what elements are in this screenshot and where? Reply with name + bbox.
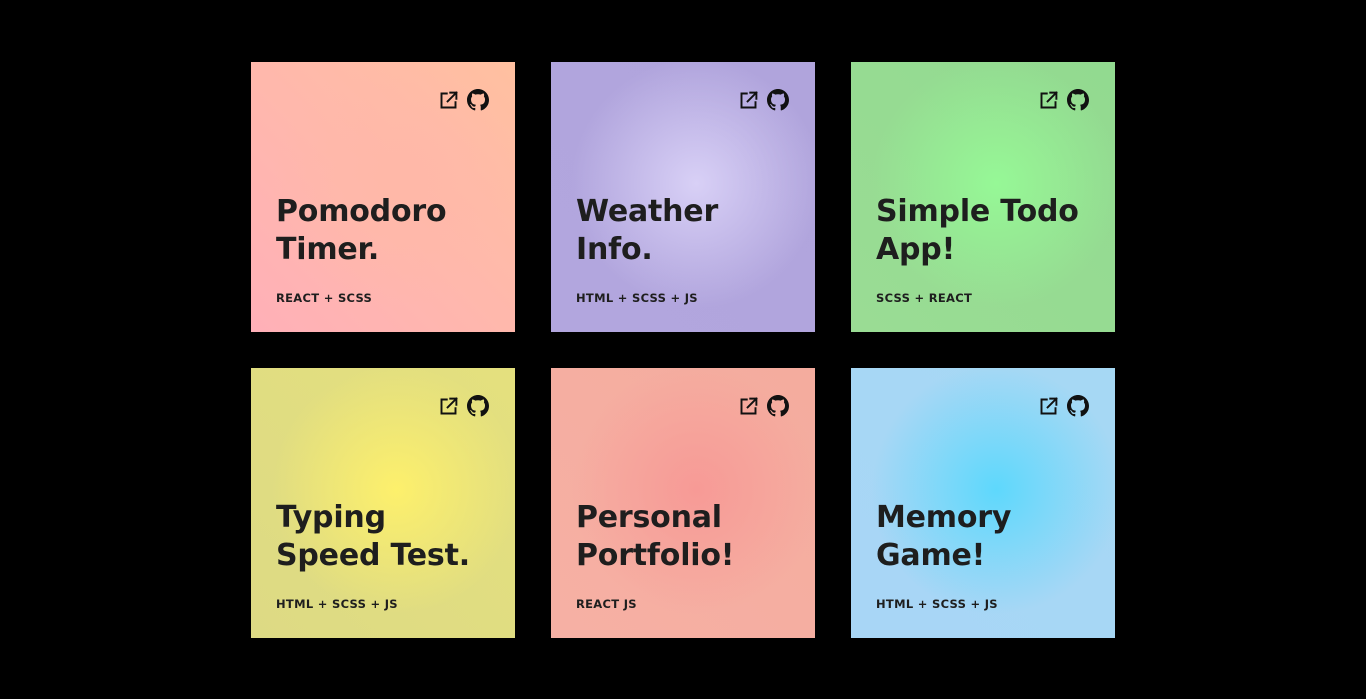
- external-link-icon[interactable]: [737, 395, 759, 417]
- project-title-line-1: Personal: [576, 500, 722, 535]
- project-title-line-1: Simple Todo: [876, 194, 1079, 229]
- project-tags: REACT + SCSS: [276, 291, 373, 305]
- github-icon[interactable]: [767, 89, 789, 111]
- github-icon[interactable]: [467, 89, 489, 111]
- project-card-simple-todo-app[interactable]: Simple Todo App! SCSS + REACT: [851, 62, 1115, 332]
- project-title-line-1: Memory: [876, 500, 1012, 535]
- external-link-icon[interactable]: [437, 89, 459, 111]
- project-tags: SCSS + REACT: [876, 291, 973, 305]
- github-icon[interactable]: [467, 395, 489, 417]
- project-title-line-1: Weather: [576, 194, 719, 229]
- project-card-pomodoro-timer[interactable]: Pomodoro Timer. REACT + SCSS: [251, 62, 515, 332]
- project-title: Memory Game!: [876, 499, 1106, 575]
- card-icons: [437, 395, 489, 417]
- project-title-line-2: Speed Test.: [276, 538, 470, 573]
- project-tags: HTML + SCSS + JS: [876, 597, 998, 611]
- card-icons: [437, 89, 489, 111]
- card-icons: [1037, 395, 1089, 417]
- external-link-icon[interactable]: [737, 89, 759, 111]
- project-title-line-2: Portfolio!: [576, 538, 735, 573]
- project-title: Personal Portfolio!: [576, 499, 806, 575]
- project-tags: HTML + SCSS + JS: [576, 291, 698, 305]
- project-title: Weather Info.: [576, 193, 806, 269]
- project-title-line-2: Info.: [576, 232, 653, 267]
- project-title: Pomodoro Timer.: [276, 193, 506, 269]
- github-icon[interactable]: [767, 395, 789, 417]
- project-title-line-2: Timer.: [276, 232, 380, 267]
- project-card-personal-portfolio[interactable]: Personal Portfolio! REACT JS: [551, 368, 815, 638]
- github-icon[interactable]: [1067, 395, 1089, 417]
- project-title-line-2: App!: [876, 232, 956, 267]
- project-tags: HTML + SCSS + JS: [276, 597, 398, 611]
- github-icon[interactable]: [1067, 89, 1089, 111]
- external-link-icon[interactable]: [1037, 89, 1059, 111]
- external-link-icon[interactable]: [1037, 395, 1059, 417]
- project-title-line-1: Pomodoro: [276, 194, 447, 229]
- external-link-icon[interactable]: [437, 395, 459, 417]
- project-title-line-1: Typing: [276, 500, 386, 535]
- projects-grid: Pomodoro Timer. REACT + SCSS Weather Inf…: [251, 62, 1115, 638]
- project-card-memory-game[interactable]: Memory Game! HTML + SCSS + JS: [851, 368, 1115, 638]
- card-icons: [737, 395, 789, 417]
- project-tags: REACT JS: [576, 597, 637, 611]
- project-card-weather-info[interactable]: Weather Info. HTML + SCSS + JS: [551, 62, 815, 332]
- project-card-typing-speed-test[interactable]: Typing Speed Test. HTML + SCSS + JS: [251, 368, 515, 638]
- project-title-line-2: Game!: [876, 538, 986, 573]
- card-icons: [737, 89, 789, 111]
- project-title: Simple Todo App!: [876, 193, 1106, 269]
- project-title: Typing Speed Test.: [276, 499, 506, 575]
- card-icons: [1037, 89, 1089, 111]
